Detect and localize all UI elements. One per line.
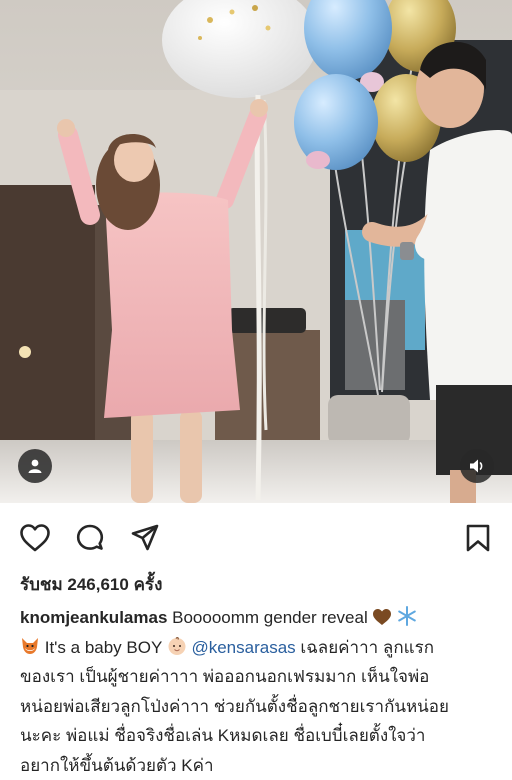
person-tag-icon [27, 458, 43, 474]
speaker-icon [468, 457, 486, 475]
paper-plane-icon [130, 523, 160, 553]
brown-heart-emoji-icon [372, 608, 392, 626]
caption-line-1: knomjeankulamas Booooomm gender reveal [20, 603, 494, 633]
caption-line-3: ของเรา เป็นผู้ชายค่าาาา พ่อออกนอกเฟรมมาก… [20, 662, 494, 692]
caption-line-6: อยากให้ขึ้นต้นด้วยตัว Kค่า [20, 751, 494, 780]
post-media[interactable] [0, 0, 512, 503]
tagged-people-button[interactable] [18, 449, 52, 483]
caption-line-5: นะคะ พ่อแม่ ชื่อจริงชื่อเล่น Kหมดเลย ชื่… [20, 721, 494, 751]
like-button[interactable] [18, 521, 52, 555]
comment-bubble-icon [75, 523, 105, 553]
share-button[interactable] [128, 521, 162, 555]
sound-toggle-button[interactable] [460, 449, 494, 483]
comment-button[interactable] [73, 521, 107, 555]
heart-outline-icon [19, 523, 51, 553]
caption-line-4: หน่อยพ่อเสียวลูกโป่งค่าาา ช่วยกันตั้งชื่… [20, 692, 494, 722]
view-count: รับชม 246,610 ครั้ง [20, 571, 162, 598]
snowflake-emoji-icon [397, 606, 417, 626]
save-button[interactable] [461, 521, 495, 555]
caption-line-2: It's a baby BOY @kensarasas เฉลยค่าาา ลู… [20, 633, 494, 663]
bookmark-icon [465, 523, 491, 553]
fox-emoji-icon [20, 636, 40, 656]
baby-emoji-icon [167, 636, 187, 656]
post-caption: knomjeankulamas Booooomm gender reveal I… [20, 603, 494, 780]
caption-username[interactable]: knomjeankulamas [20, 608, 167, 627]
caption-text-2b: เฉลยค่าาา ลูกแรก [296, 638, 434, 657]
caption-mention[interactable]: @kensarasas [191, 638, 295, 657]
post-action-bar [0, 503, 512, 567]
video-frame [0, 0, 512, 503]
caption-text-2: It's a baby BOY [40, 638, 162, 657]
caption-text-1: Booooomm gender reveal [167, 608, 367, 627]
